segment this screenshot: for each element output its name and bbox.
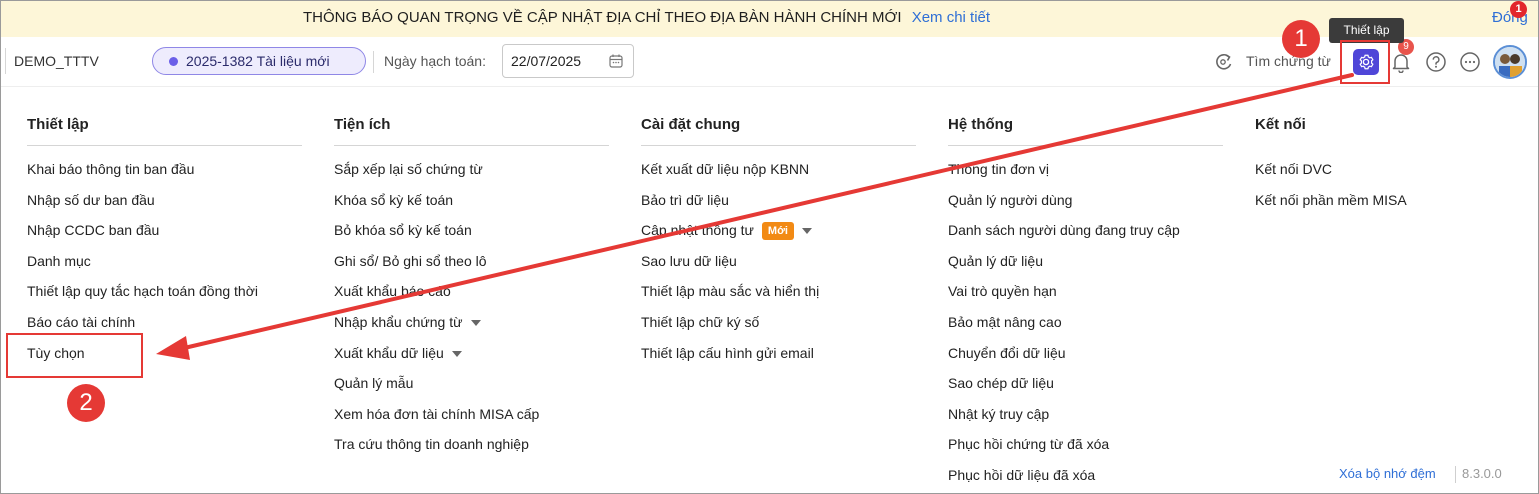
menu-item[interactable]: Bảo mật nâng cao bbox=[948, 307, 1223, 338]
clear-cache-link[interactable]: Xóa bộ nhớ đệm bbox=[1339, 466, 1436, 481]
menu-item[interactable]: Bảo trì dữ liệu bbox=[641, 185, 916, 216]
step-1-badge: 1 bbox=[1282, 20, 1320, 58]
banner-details-link[interactable]: Xem chi tiết bbox=[912, 9, 990, 26]
menu-item[interactable]: Phục hồi dữ liệu đã xóa bbox=[948, 460, 1223, 491]
posting-date-label: Ngày hạch toán: bbox=[384, 53, 486, 69]
menu-item[interactable]: Thiết lập cấu hình gửi email bbox=[641, 338, 916, 369]
menu-item[interactable]: Bỏ khóa sổ kỳ kế toán bbox=[334, 215, 609, 246]
menu-item[interactable]: Sao chép dữ liệu bbox=[948, 368, 1223, 399]
banner-message: THÔNG BÁO QUAN TRỌNG VỀ CẬP NHẬT ĐỊA CHỈ… bbox=[303, 9, 990, 26]
posting-date-value: 22/07/2025 bbox=[511, 53, 582, 69]
menu-item[interactable]: Sao lưu dữ liệu bbox=[641, 246, 916, 277]
new-badge: Mới bbox=[761, 222, 794, 241]
menu-item[interactable]: Nhập CCDC ban đầu bbox=[27, 215, 302, 246]
column-title: Thiết lập bbox=[27, 108, 302, 146]
highlight-settings-box bbox=[1340, 40, 1390, 84]
avatar-notification-badge: 1 bbox=[1510, 1, 1527, 18]
menu-item[interactable]: Sắp xếp lại số chứng từ bbox=[334, 154, 609, 185]
menu-item[interactable]: Nhật ký truy cập bbox=[948, 399, 1223, 430]
menu-item[interactable]: Thiết lập màu sắc và hiển thị bbox=[641, 276, 916, 307]
menu-item[interactable]: Kết nối phần mềm MISA bbox=[1255, 185, 1505, 216]
menu-item-dropdown[interactable]: Nhập khẩu chứng từ bbox=[334, 307, 609, 338]
period-label: 2025-1382 Tài liệu mới bbox=[186, 53, 330, 69]
menu-item[interactable]: Khai báo thông tin ban đầu bbox=[27, 154, 302, 185]
menu-item[interactable]: Quản lý người dùng bbox=[948, 185, 1223, 216]
search-refresh-icon bbox=[1216, 53, 1232, 70]
menu-item[interactable]: Thiết lập quy tắc hạch toán đồng thời bbox=[27, 276, 302, 307]
company-name[interactable]: DEMO_TTTV bbox=[5, 48, 99, 74]
column-title: Tiện ích bbox=[334, 108, 609, 146]
version-label: 8.3.0.0 bbox=[1462, 466, 1502, 481]
menu-item[interactable]: Ghi sổ/ Bỏ ghi sổ theo lô bbox=[334, 246, 609, 277]
menu-item-label: Nhập khẩu chứng từ bbox=[334, 313, 463, 330]
menu-item[interactable]: Nhập số dư ban đầu bbox=[27, 185, 302, 216]
menu-item[interactable]: Kết nối DVC bbox=[1255, 154, 1505, 185]
caret-down-icon bbox=[801, 228, 812, 235]
column-he-thong: Hệ thống Thông tin đơn vị Quản lý người … bbox=[948, 108, 1223, 491]
menu-item-label: Cập nhật thông tư bbox=[641, 222, 754, 239]
column-cai-dat-chung: Cài đặt chung Kết xuất dữ liệu nộp KBNN … bbox=[641, 108, 916, 368]
column-tien-ich: Tiện ích Sắp xếp lại số chứng từ Khóa sổ… bbox=[334, 108, 609, 460]
column-title: Kết nối bbox=[1255, 116, 1306, 133]
column-title: Hệ thống bbox=[948, 108, 1223, 146]
column-title: Cài đặt chung bbox=[641, 108, 916, 146]
period-pill[interactable]: 2025-1382 Tài liệu mới bbox=[152, 47, 366, 75]
menu-item[interactable]: Danh mục bbox=[27, 246, 302, 277]
search-voucher-label: Tìm chứng từ bbox=[1246, 53, 1331, 69]
menu-item[interactable]: Khóa sổ kỳ kế toán bbox=[334, 185, 609, 216]
menu-item[interactable]: Chuyển đổi dữ liệu bbox=[948, 338, 1223, 369]
avatar-image-icon bbox=[1495, 47, 1525, 77]
header-divider bbox=[373, 51, 374, 73]
menu-item-dropdown[interactable]: Cập nhật thông tư Mới bbox=[641, 215, 916, 246]
menu-item[interactable]: Vai trò quyền hạn bbox=[948, 276, 1223, 307]
menu-item-dropdown[interactable]: Xuất khẩu dữ liệu bbox=[334, 338, 609, 369]
banner-text: THÔNG BÁO QUAN TRỌNG VỀ CẬP NHẬT ĐỊA CHỈ… bbox=[303, 9, 902, 26]
step-2-badge: 2 bbox=[67, 384, 105, 422]
menu-item[interactable]: Thông tin đơn vị bbox=[948, 154, 1223, 185]
column-thiet-lap: Thiết lập Khai báo thông tin ban đầu Nhậ… bbox=[27, 108, 302, 368]
footer-divider bbox=[1455, 466, 1456, 483]
menu-item[interactable]: Phục hồi chứng từ đã xóa bbox=[948, 429, 1223, 460]
posting-date-input[interactable]: 22/07/2025 bbox=[502, 44, 634, 78]
menu-item[interactable]: Thiết lập chữ ký số bbox=[641, 307, 916, 338]
calendar-icon[interactable] bbox=[609, 54, 623, 68]
menu-item[interactable]: Xuất khẩu báo cáo bbox=[334, 276, 609, 307]
menu-item[interactable]: Quản lý mẫu bbox=[334, 368, 609, 399]
status-dot-icon bbox=[169, 57, 178, 66]
column-ket-noi: Kết nối Kết nối DVC Kết nối phần mềm MIS… bbox=[1255, 108, 1505, 215]
caret-down-icon bbox=[470, 320, 481, 327]
more-icon[interactable] bbox=[1459, 51, 1481, 73]
highlight-options-box bbox=[6, 333, 143, 378]
user-avatar[interactable] bbox=[1493, 45, 1527, 79]
caret-down-icon bbox=[451, 350, 462, 357]
menu-item[interactable]: Xem hóa đơn tài chính MISA cấp bbox=[334, 399, 609, 430]
menu-item[interactable]: Tra cứu thông tin doanh nghiệp bbox=[334, 429, 609, 460]
menu-item[interactable]: Kết xuất dữ liệu nộp KBNN bbox=[641, 154, 916, 185]
menu-item-label: Xuất khẩu dữ liệu bbox=[334, 344, 444, 361]
help-icon[interactable] bbox=[1425, 51, 1447, 73]
menu-item[interactable]: Quản lý dữ liệu bbox=[948, 246, 1223, 277]
menu-item[interactable]: Danh sách người dùng đang truy cập bbox=[948, 215, 1223, 246]
